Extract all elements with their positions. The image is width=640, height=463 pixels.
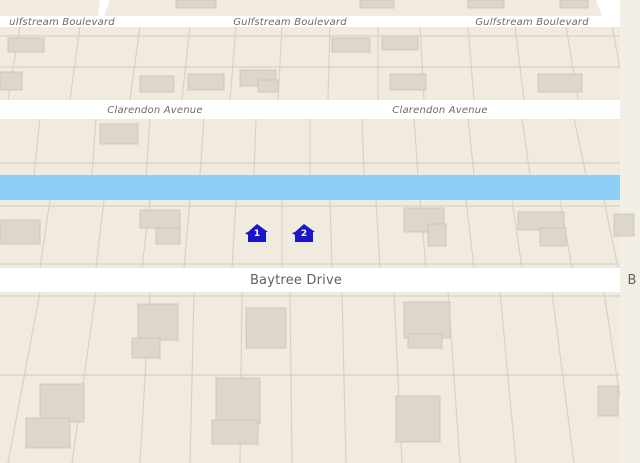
street-label-clarendon-right: Clarendon Avenue: [392, 105, 488, 116]
building: [7, 37, 45, 53]
building: [175, 0, 217, 9]
building: [403, 301, 451, 339]
building: [613, 213, 635, 237]
building: [0, 219, 41, 245]
building: [559, 0, 589, 9]
building: [99, 123, 139, 145]
building: [137, 303, 179, 341]
building: [395, 395, 441, 443]
building: [389, 73, 427, 91]
building: [407, 333, 443, 349]
map-view[interactable]: ulfstream Boulevard Gulfstream Boulevard…: [0, 0, 640, 463]
building: [139, 209, 181, 229]
street-label-gulfstream-left: ulfstream Boulevard: [9, 17, 115, 28]
building: [331, 37, 371, 53]
property-marker-1[interactable]: 1: [245, 223, 269, 243]
street-label-baytree: Baytree Drive: [249, 273, 343, 288]
building: [257, 79, 279, 93]
building: [187, 73, 225, 91]
building: [427, 223, 447, 247]
street-label-gulfstream-right: Gulfstream Boulevard: [475, 17, 589, 28]
marker-label: 1: [253, 229, 261, 239]
street-label-clarendon-left: Clarendon Avenue: [107, 105, 203, 116]
building: [517, 211, 565, 231]
building: [245, 307, 287, 349]
canal-water: [0, 175, 620, 200]
building: [211, 419, 259, 445]
marker-label: 2: [300, 229, 308, 239]
building: [25, 417, 71, 449]
building: [381, 35, 419, 51]
street-label-baytree-edge: B: [627, 273, 637, 288]
building: [537, 73, 583, 93]
clarendon-avenue: [0, 100, 620, 119]
building: [359, 0, 395, 9]
building: [539, 227, 567, 247]
property-marker-2[interactable]: 2: [292, 223, 316, 243]
building: [467, 0, 505, 9]
building: [215, 377, 261, 425]
building: [597, 385, 619, 417]
building: [155, 227, 181, 245]
map-basemap: [0, 0, 640, 463]
building: [39, 383, 85, 423]
street-label-gulfstream-center: Gulfstream Boulevard: [233, 17, 347, 28]
building: [0, 71, 23, 91]
building: [131, 337, 161, 359]
building: [139, 75, 175, 93]
